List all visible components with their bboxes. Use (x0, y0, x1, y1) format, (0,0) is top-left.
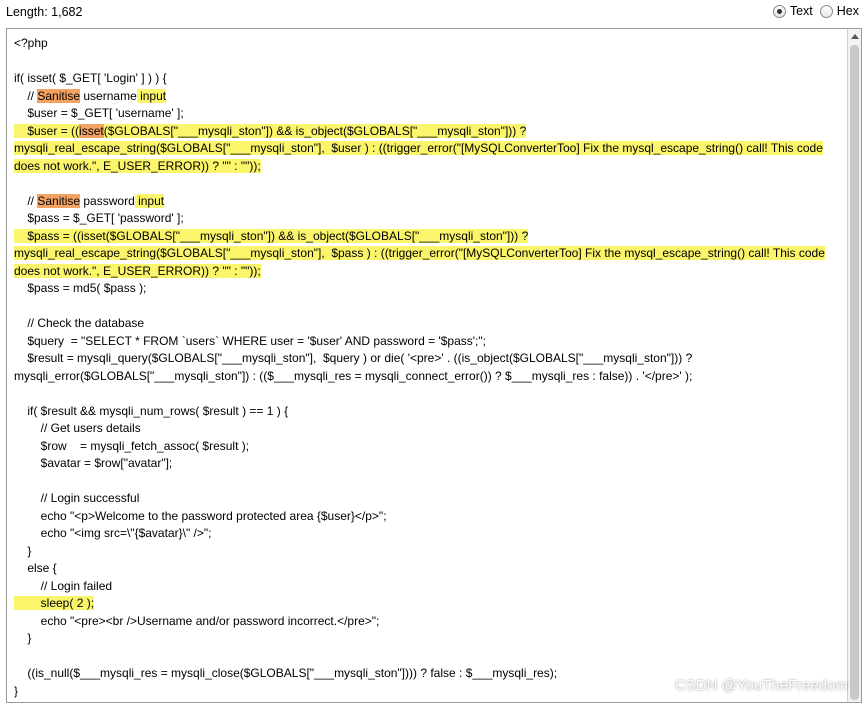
code-segment: // (14, 193, 38, 208)
code-line: // Login successful (14, 490, 832, 508)
highlighted-code-segment: does not work.", E_USER_ERROR)) ? "" : "… (14, 263, 261, 278)
code-segment: <?php (14, 36, 48, 50)
code-line: // Sanitise password input (14, 193, 832, 211)
code-segment: ((is_null($___mysqli_res = mysqli_close(… (14, 666, 558, 680)
code-segment: $query = "SELECT * FROM `users` WHERE us… (14, 333, 486, 348)
code-line: echo "<img src=\"{$avatar}\" />"; (14, 525, 832, 543)
code-segment: } (14, 543, 32, 558)
code-segment: // Get users details (14, 421, 141, 435)
length-label: Length: 1,682 (6, 5, 83, 19)
highlighted-code-segment: does not work.", E_USER_ERROR)) ? "" : "… (14, 158, 261, 173)
code-segment: echo "<p>Welcome to the password protect… (14, 508, 387, 523)
code-line: sleep( 2 ); (14, 595, 832, 613)
code-line: if( $result && mysqli_num_rows( $result … (14, 403, 832, 421)
hex-mode-label[interactable]: Hex (837, 4, 859, 18)
code-segment: } (14, 631, 32, 645)
code-segment: $result = mysqli_query($GLOBALS["___mysq… (14, 351, 693, 365)
highlighted-code-segment: ($GLOBALS["___mysqli_ston"]) && is_objec… (103, 123, 527, 138)
toolbar: Length: 1,682 Text Hex (0, 0, 864, 26)
highlighted-code-segment: isset (79, 123, 104, 138)
code-segment: // Check the database (14, 316, 145, 330)
code-line: // Sanitise username input (14, 88, 832, 106)
code-line: $user = ((isset($GLOBALS["___mysqli_ston… (14, 123, 832, 141)
code-line: if( isset( $_GET[ 'Login' ] ) ) { (14, 70, 832, 88)
code-segment: // (14, 88, 38, 103)
code-line: // Login failed (14, 578, 832, 596)
highlighted-code-segment: $pass = ((isset($GLOBALS["___mysqli_ston… (14, 228, 529, 243)
code-segment: echo "<img src=\"{$avatar}\" />"; (14, 526, 212, 540)
code-line: else { (14, 560, 832, 578)
code-line: // Get users details (14, 420, 832, 438)
code-line: does not work.", E_USER_ERROR)) ? "" : "… (14, 263, 832, 281)
code-segment: mysqli_error($GLOBALS["___mysqli_ston"])… (14, 368, 693, 383)
code-line: $pass = md5( $pass ); (14, 280, 832, 298)
highlighted-code-segment: sleep( 2 ); (14, 596, 95, 610)
code-line: } (14, 630, 832, 648)
scrollbar-thumb[interactable] (850, 45, 859, 700)
code-segment: // Login failed (14, 578, 113, 593)
highlighted-code-segment: Sanitise (37, 88, 81, 103)
code-segment: // Login successful (14, 491, 140, 505)
code-segment: echo "<pre><br />Username and/or passwor… (14, 613, 380, 628)
highlighted-code-segment: mysqli_real_escape_string($GLOBALS["___m… (14, 246, 825, 260)
vertical-scrollbar[interactable] (847, 29, 861, 702)
code-segment: if( isset( $_GET[ 'Login' ] ) ) { (14, 71, 167, 85)
code-line: mysqli_real_escape_string($GLOBALS["___m… (14, 140, 832, 158)
code-segment: password (80, 193, 135, 208)
highlighted-code-segment: $user = (( (14, 123, 80, 138)
highlighted-code-segment: input (136, 88, 167, 103)
code-line: $pass = ((isset($GLOBALS["___mysqli_ston… (14, 228, 832, 246)
code-viewer[interactable]: <?php if( isset( $_GET[ 'Login' ] ) ) { … (6, 28, 862, 703)
code-segment: $avatar = $row["avatar"]; (14, 456, 173, 470)
code-line: // Check the database (14, 315, 832, 333)
code-line: does not work.", E_USER_ERROR)) ? "" : "… (14, 158, 832, 176)
hex-mode-option[interactable]: Hex (819, 4, 859, 18)
code-line: echo "<pre><br />Username and/or passwor… (14, 613, 832, 631)
code-line: echo "<p>Welcome to the password protect… (14, 508, 832, 526)
code-segment: $row = mysqli_fetch_assoc( $result ); (14, 438, 250, 453)
code-segment: $pass = md5( $pass ); (14, 281, 147, 295)
highlighted-code-segment: mysqli_real_escape_string($GLOBALS["___m… (14, 141, 823, 155)
highlighted-code-segment: input (134, 193, 165, 208)
code-content: <?php if( isset( $_GET[ 'Login' ] ) ) { … (14, 35, 832, 700)
code-line: <?php (14, 35, 832, 53)
hex-mode-radio[interactable] (819, 4, 833, 18)
code-line: $row = mysqli_fetch_assoc( $result ); (14, 438, 832, 456)
code-segment: else { (14, 561, 57, 575)
highlighted-code-segment: Sanitise (37, 193, 81, 208)
code-line: $avatar = $row["avatar"]; (14, 455, 832, 473)
code-segment: if( $result && mysqli_num_rows( $result … (14, 403, 289, 418)
text-mode-label[interactable]: Text (790, 4, 813, 18)
code-line: $result = mysqli_query($GLOBALS["___mysq… (14, 350, 832, 368)
watermark-text: CSDN @YouTheFreedom (674, 677, 848, 694)
code-line: mysqli_error($GLOBALS["___mysqli_ston"])… (14, 368, 832, 386)
scroll-up-arrow-icon[interactable] (848, 29, 861, 43)
code-segment: $pass = $_GET[ 'password' ]; (14, 211, 184, 225)
text-mode-option[interactable]: Text (772, 4, 813, 18)
code-line: $query = "SELECT * FROM `users` WHERE us… (14, 333, 832, 351)
code-segment: username (80, 88, 137, 103)
code-line: $pass = $_GET[ 'password' ]; (14, 210, 832, 228)
code-line: $user = $_GET[ 'username' ]; (14, 105, 832, 123)
code-line: mysqli_real_escape_string($GLOBALS["___m… (14, 245, 832, 263)
view-mode-selector: Text Hex (766, 4, 859, 18)
code-line: } (14, 543, 832, 561)
code-segment: $user = $_GET[ 'username' ]; (14, 106, 184, 120)
text-mode-radio[interactable] (772, 4, 786, 18)
code-segment: } (14, 683, 19, 698)
